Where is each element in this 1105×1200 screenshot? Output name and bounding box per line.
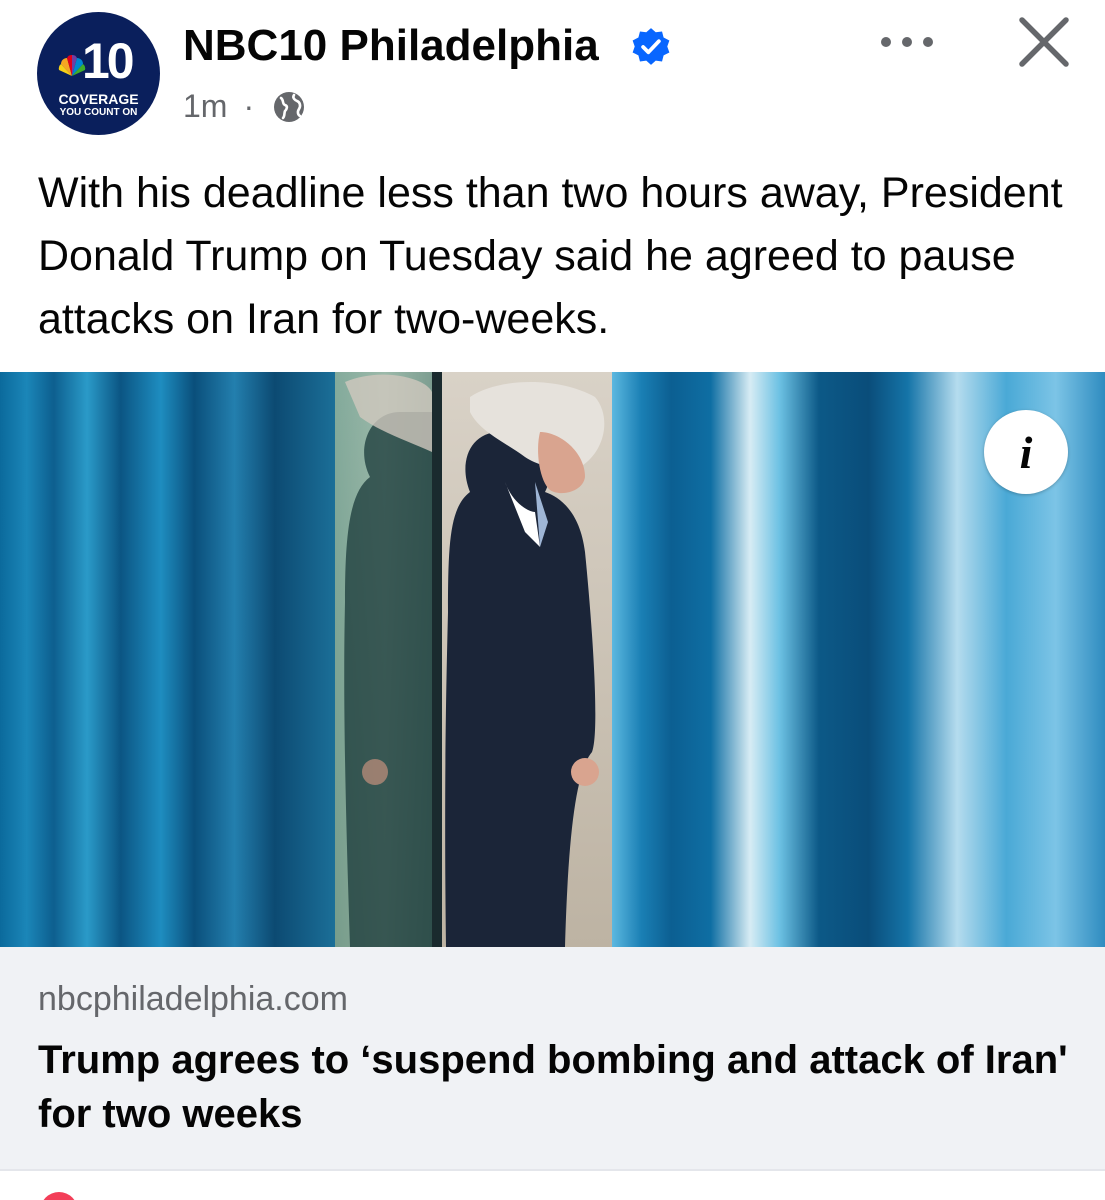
- globe-icon: [274, 92, 304, 122]
- page-avatar[interactable]: 10 COVERAGE YOU COUNT ON: [37, 12, 160, 135]
- avatar-tagline-1: COVERAGE: [58, 91, 139, 107]
- verified-badge-icon: [632, 28, 670, 65]
- post-meta: 1m ·: [183, 86, 266, 126]
- avatar-number: 10: [82, 33, 135, 89]
- facebook-post: 10 COVERAGE YOU COUNT ON NBC10 Philadelp…: [0, 0, 1105, 1200]
- link-title[interactable]: Trump agrees to ‘suspend bombing and att…: [38, 1033, 1068, 1141]
- divider: [0, 1169, 1105, 1171]
- post-message: With his deadline less than two hours aw…: [38, 169, 1063, 343]
- close-icon[interactable]: [1014, 12, 1074, 72]
- more-options-icon[interactable]: [872, 22, 942, 62]
- image-info-button[interactable]: i: [984, 410, 1068, 494]
- link-preview-card[interactable]: nbcphiladelphia.com Trump agrees to ‘sus…: [0, 947, 1105, 1169]
- post-header: 10 COVERAGE YOU COUNT ON NBC10 Philadelp…: [0, 0, 1105, 150]
- love-reaction-icon: [40, 1192, 78, 1200]
- meta-separator: ·: [243, 88, 255, 124]
- link-domain: nbcphiladelphia.com: [38, 980, 348, 1018]
- avatar-tagline-2: YOU COUNT ON: [59, 107, 138, 118]
- post-image[interactable]: [0, 372, 1105, 947]
- press-room-photo: [0, 372, 1105, 947]
- page-name[interactable]: NBC10 Philadelphia: [183, 20, 599, 72]
- post-time[interactable]: 1m: [183, 88, 227, 124]
